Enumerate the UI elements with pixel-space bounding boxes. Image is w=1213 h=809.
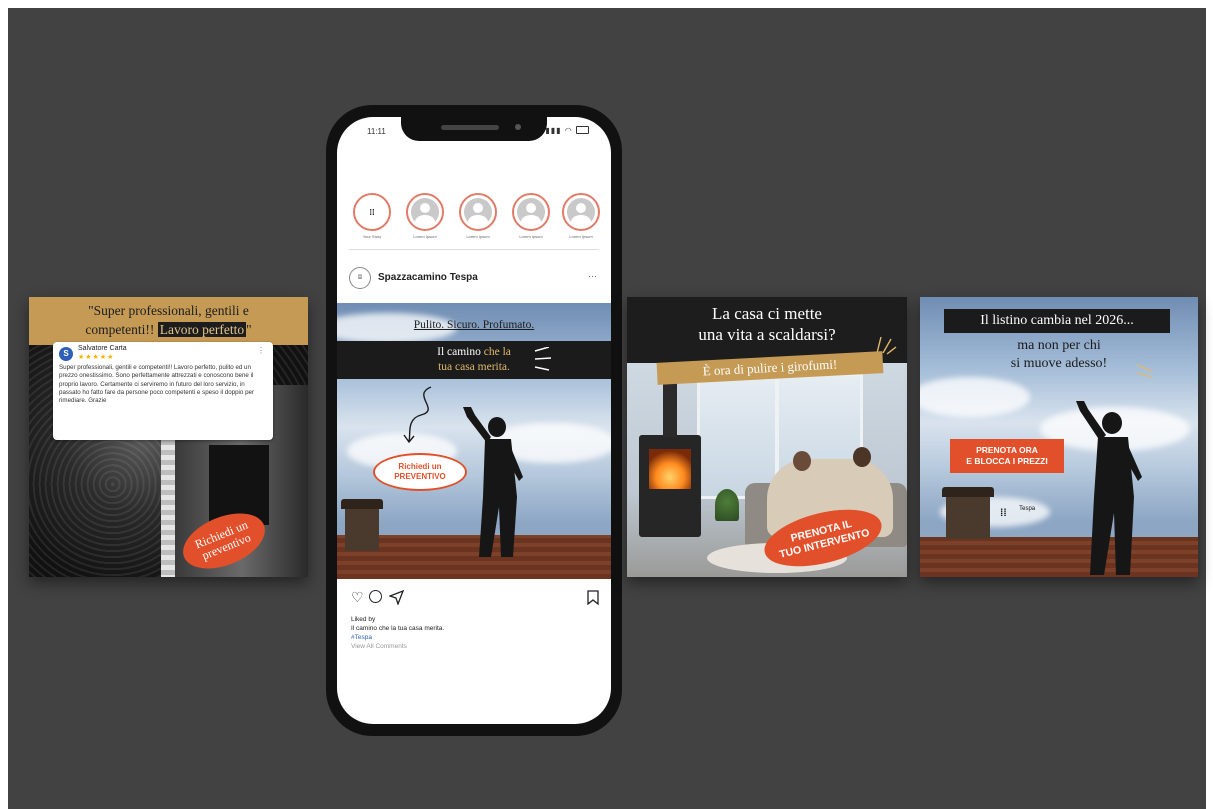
instagram-screen: 11:11 ▮▮▮ ◠ ⁞⁞ Your Story Lorem Ipsum Lo… (337, 117, 611, 724)
review-text: Super professionali, gentili e competent… (59, 364, 255, 405)
story-ring (406, 193, 444, 231)
chimney-sweep-silhouette (1076, 401, 1142, 575)
chimney-cap (341, 499, 383, 509)
liked-by-text: Liked by (351, 616, 376, 623)
post-hashtag[interactable]: #Tespa (351, 634, 372, 641)
headline-band: Il listino cambia nel 2026... (944, 309, 1170, 333)
front-camera (515, 124, 521, 130)
profile-placeholder-icon (567, 198, 595, 226)
share-icon[interactable] (389, 590, 404, 605)
headline-line-1: La casa ci mette (712, 304, 822, 323)
story-ring (562, 193, 600, 231)
reviewer-name: Salvatore Carta (78, 345, 127, 352)
headline-line-1: Il camino che la (337, 345, 611, 360)
profile-placeholder-icon (517, 198, 545, 226)
cloud (920, 377, 1030, 417)
story-ring (459, 193, 497, 231)
headline-line-2: tua casa merita. (438, 361, 510, 373)
view-all-comments-link[interactable]: View All Comments (351, 643, 407, 650)
presentation-background: "Super professionali, gentili e competen… (8, 8, 1206, 809)
headline-line-2: una vita a scaldarsi? (698, 325, 836, 344)
chimney (946, 495, 990, 539)
tespa-logo-icon: ⁞⁞ (1000, 508, 1007, 519)
story-your-story[interactable]: ⁞⁞ Your Story (350, 193, 394, 239)
headline-white: Il camino (437, 346, 484, 358)
story-label: Lorem Ipsum (466, 234, 490, 239)
headline: La casa ci mette una vita a scaldarsi? (627, 303, 907, 345)
stove-fire (649, 449, 691, 489)
story-item[interactable]: Lorem Ipsum (509, 193, 553, 239)
tespa-sign: ⁞⁞ Tespa (1000, 503, 1062, 529)
cta-line-1: PRENOTA ORA (976, 445, 1038, 455)
quote-line-2-start: competenti!! (85, 322, 158, 337)
story-ring (512, 193, 550, 231)
profile-placeholder-icon (464, 198, 492, 226)
quote-line-1: "Super professionali, gentili e (88, 303, 249, 318)
reviewer-avatar: S (59, 347, 73, 361)
sub-text: È ora di pulire i girofumi! (702, 356, 838, 379)
sparkle-accent (1136, 364, 1153, 378)
stories-divider (349, 249, 599, 250)
chimney (345, 507, 379, 551)
story-label: Lorem Ipsum (519, 234, 543, 239)
tespa-logo-icon: ⁞⁞ (369, 207, 375, 217)
post-caption: Il camino che la tua casa merita. (351, 625, 445, 632)
signal-icon: ▮▮▮ (545, 126, 562, 135)
cta-line-1: Richiedi un (398, 462, 442, 471)
chimney-sweep-silhouette (463, 407, 523, 557)
story-item[interactable]: Lorem Ipsum (456, 193, 500, 239)
wifi-icon: ◠ (564, 126, 573, 135)
book-now-cta[interactable]: PRENOTA ORA E BLOCCA I PREZZI (950, 439, 1064, 473)
person-head (853, 447, 871, 467)
chimney-cap (942, 487, 994, 497)
story-ring: ⁞⁞ (353, 193, 391, 231)
post-headline: Il camino che la tua casa merita. (337, 345, 611, 375)
review-post-card: "Super professionali, gentili e competen… (29, 297, 308, 577)
speaker-grill (441, 125, 499, 130)
story-label: Lorem Ipsum (413, 234, 437, 239)
sparkle-accent (534, 347, 552, 371)
headline-gold: che la (483, 346, 511, 358)
comment-icon[interactable] (369, 590, 382, 603)
person-head (793, 451, 811, 471)
headline-line-2: ma non per chi (1017, 338, 1101, 353)
cta-line-2: PREVENTIVO (394, 472, 446, 481)
profile-placeholder-icon (411, 198, 439, 226)
phone-mockup: 11:11 ▮▮▮ ◠ ⁞⁞ Your Story Lorem Ipsum Lo… (326, 105, 622, 736)
headline-line-3: si muove adesso! (1010, 356, 1108, 371)
review-more-icon[interactable]: ⋮ (257, 346, 265, 355)
bookmark-icon[interactable] (587, 590, 599, 605)
post-image: Pulito. Sicuro. Profumato. Il camino che… (337, 303, 611, 579)
price-list-post-card: Il listino cambia nel 2026... ma non per… (920, 297, 1198, 577)
google-review-box: S Salvatore Carta ★★★★★ ⋮ Super professi… (53, 342, 273, 440)
status-icons: ▮▮▮ ◠ (545, 125, 589, 135)
post-avatar[interactable]: ⁞⁞ (349, 267, 371, 289)
headline-sub: ma non per chi si muove adesso! (920, 337, 1198, 373)
sign-text: Tespa (1019, 506, 1036, 512)
tespa-logo-icon: ⁞⁞ (358, 274, 362, 281)
quote-line-2: competenti!! Lavoro perfetto " (29, 320, 308, 339)
cta-line-2: E BLOCCA I PREZZI (966, 456, 1048, 466)
story-label: Lorem Ipsum (569, 234, 593, 239)
quote-close: " (246, 322, 252, 337)
story-label: Your Story (362, 234, 382, 239)
story-item[interactable]: Lorem Ipsum (403, 193, 447, 239)
phone-notch (401, 117, 547, 141)
battery-icon (576, 126, 589, 134)
review-stars: ★★★★★ (78, 354, 115, 361)
status-time: 11:11 (367, 127, 386, 136)
curly-arrow-icon (403, 386, 432, 444)
headline-line-1: Il listino cambia nel 2026... (980, 313, 1134, 328)
request-quote-cta[interactable]: Richiedi un PREVENTIVO (373, 453, 467, 491)
quote-highlight: Lavoro perfetto (157, 322, 247, 337)
heating-post-card: La casa ci mette una vita a scaldarsi? È… (627, 297, 907, 577)
post-tagline: Pulito. Sicuro. Profumato. (413, 319, 535, 331)
plant (715, 489, 739, 521)
post-account-name[interactable]: Spazzacamino Tespa (378, 272, 478, 283)
like-icon[interactable]: ♡ (351, 589, 364, 606)
story-item[interactable]: Lorem Ipsum (559, 193, 603, 239)
quote-text: "Super professionali, gentili e competen… (29, 301, 308, 339)
post-more-icon[interactable]: ··· (588, 271, 597, 281)
